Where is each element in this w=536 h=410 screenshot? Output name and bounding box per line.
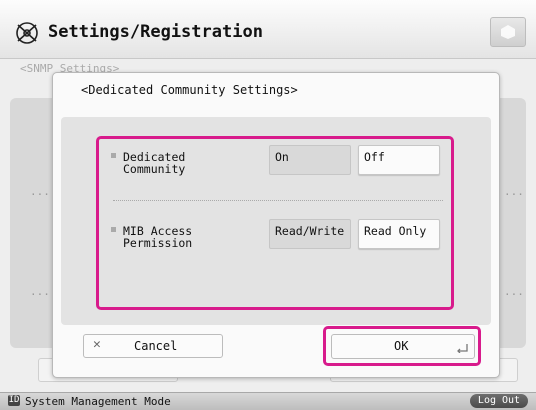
bullet-icon [111, 227, 116, 232]
dedicated-community-label: Dedicated Community [111, 151, 185, 175]
ok-button[interactable]: OK [331, 334, 475, 359]
app-header: Settings/Registration [0, 0, 536, 59]
cube-icon [501, 25, 515, 39]
dialog-title: <Dedicated Community Settings> [81, 83, 298, 97]
mib-read-write-button[interactable]: Read/Write [269, 219, 351, 249]
cancel-label: Cancel [134, 339, 178, 353]
background-dots: ... [504, 185, 524, 198]
enter-icon [457, 344, 468, 353]
settings-gear-icon [16, 22, 38, 44]
dedicated-community-label-text: Dedicated Community [123, 150, 186, 176]
id-mode-icon: ID [8, 395, 20, 406]
mib-read-only-button[interactable]: Read Only [358, 219, 440, 249]
mib-access-permission-label: MIB Access Permission [111, 225, 192, 249]
cancel-button[interactable]: ✕ Cancel [83, 334, 223, 358]
dedicated-community-dialog: <Dedicated Community Settings> Dedicated… [52, 72, 500, 378]
bullet-icon [111, 153, 116, 158]
status-bar: ID System Management Mode Log Out [0, 392, 536, 410]
page-title: Settings/Registration [48, 22, 263, 42]
background-dots: ... [504, 285, 524, 298]
close-icon: ✕ [93, 337, 101, 352]
dedicated-community-off-button[interactable]: Off [358, 145, 440, 175]
background-dots: ... [30, 285, 50, 298]
row-divider [113, 200, 443, 201]
background-dots: ... [30, 185, 50, 198]
logout-button[interactable]: Log Out [470, 394, 528, 408]
header-action-button[interactable] [490, 17, 526, 47]
mode-text: System Management Mode [25, 395, 171, 408]
mib-access-permission-label-text: MIB Access Permission [123, 224, 193, 250]
ok-label: OK [394, 339, 409, 353]
dedicated-community-on-button[interactable]: On [269, 145, 351, 175]
